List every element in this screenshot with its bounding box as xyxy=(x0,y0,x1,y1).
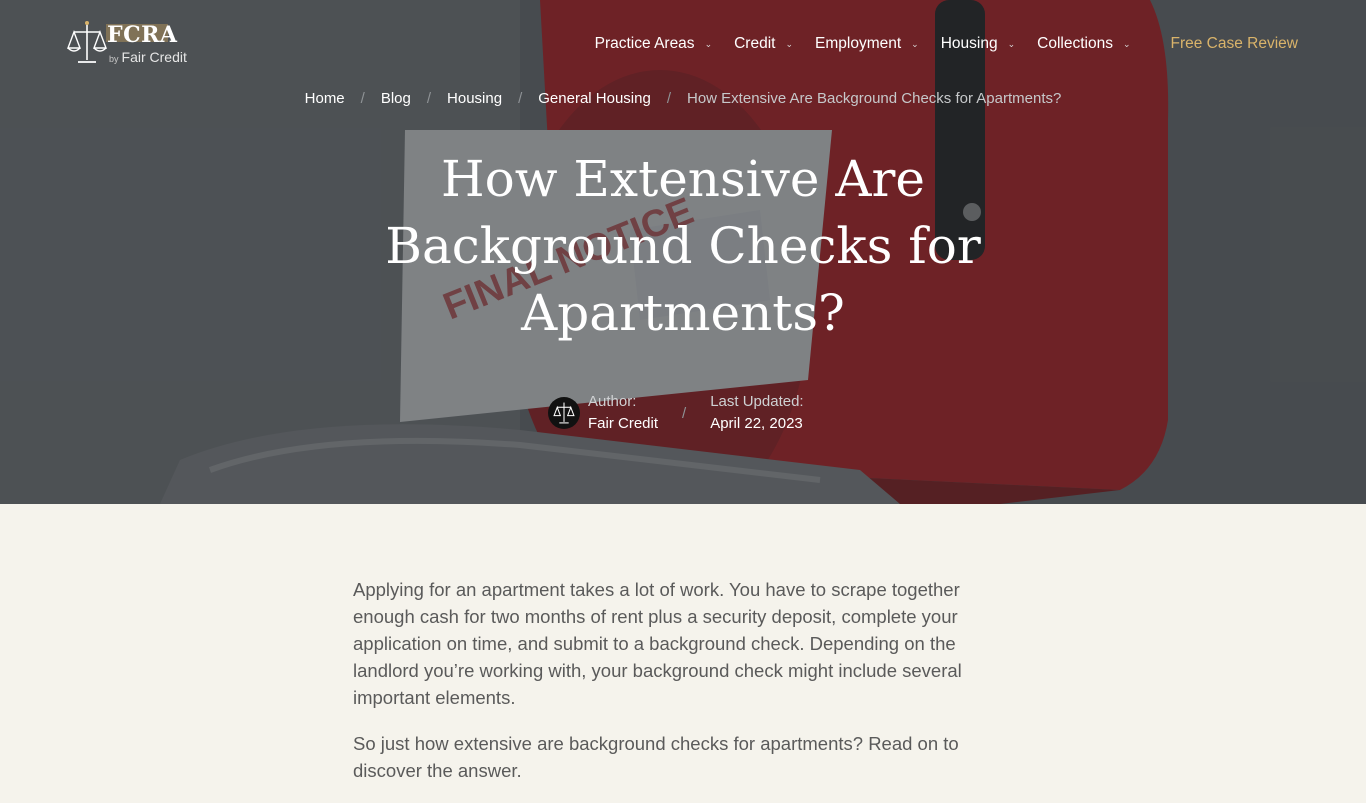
logo-sub-text: Fair Credit xyxy=(121,49,187,65)
breadcrumb-separator: / xyxy=(426,90,432,107)
page-title: How Extensive Are Background Checks for … xyxy=(333,146,1033,347)
main-nav: Practice Areas ⌄ Credit ⌄ Employment ⌄ H… xyxy=(573,33,1298,55)
chevron-down-icon: ⌄ xyxy=(1007,38,1016,49)
page-title-line: Background Checks for xyxy=(385,217,981,275)
site-logo[interactable]: FCRA by Fair Credit xyxy=(66,18,206,68)
free-case-review-link[interactable]: Free Case Review xyxy=(1171,35,1299,53)
breadcrumb-blog[interactable]: Blog xyxy=(381,90,411,107)
breadcrumb-current: How Extensive Are Background Checks for … xyxy=(687,90,1062,107)
breadcrumb-separator: / xyxy=(518,90,523,107)
author-label: Author: xyxy=(588,393,637,410)
logo-subtitle: by Fair Credit xyxy=(109,49,187,65)
nav-label: Practice Areas xyxy=(594,35,695,52)
updated-label: Last Updated: xyxy=(710,393,804,410)
page-title-line: Apartments? xyxy=(521,284,845,342)
nav-label: Credit xyxy=(734,35,776,52)
nav-label: Housing xyxy=(940,35,998,52)
nav-item-housing[interactable]: Housing ⌄ xyxy=(941,35,1015,53)
breadcrumb-general-housing[interactable]: General Housing xyxy=(538,90,651,107)
nav-label: Employment xyxy=(815,35,902,52)
hero-section: FINAL NOTICE FCRA byFair Credit Practice… xyxy=(0,0,1366,504)
updated-block: Last Updated: April 22, 2023 xyxy=(710,391,803,435)
nav-item-practice-areas[interactable]: Practice Areas ⌄ xyxy=(595,35,712,53)
article-paragraph: Applying for an apartment takes a lot of… xyxy=(353,579,962,708)
article-body: Applying for an apartment takes a lot of… xyxy=(353,576,993,803)
nav-item-credit[interactable]: Credit ⌄ xyxy=(734,35,793,53)
author-name[interactable]: Fair Credit xyxy=(588,413,658,435)
breadcrumb: Home / Blog / Housing / General Housing … xyxy=(0,90,1366,107)
breadcrumb-home[interactable]: Home xyxy=(305,90,345,107)
article-meta: Author: Fair Credit / Last Updated: Apri… xyxy=(548,388,804,438)
breadcrumb-separator: / xyxy=(360,90,365,107)
chevron-down-icon: ⌄ xyxy=(704,38,713,49)
chevron-down-icon: ⌄ xyxy=(1122,38,1131,49)
nav-item-employment[interactable]: Employment ⌄ xyxy=(815,35,919,53)
chevron-down-icon: ⌄ xyxy=(785,38,794,49)
meta-separator: / xyxy=(682,404,687,422)
chevron-down-icon: ⌄ xyxy=(911,38,919,49)
author-avatar-icon xyxy=(548,397,580,429)
updated-date: April 22, 2023 xyxy=(710,415,803,432)
logo-by: by xyxy=(109,54,119,64)
author-block: Author: Fair Credit xyxy=(588,391,658,435)
breadcrumb-separator: / xyxy=(666,90,671,107)
logo-title: FCRA xyxy=(107,22,178,48)
nav-item-collections[interactable]: Collections ⌄ xyxy=(1037,35,1130,53)
scales-logo-icon xyxy=(66,21,108,63)
article-paragraph: So just how extensive are background che… xyxy=(353,733,959,781)
breadcrumb-housing[interactable]: Housing xyxy=(447,90,502,107)
nav-label: Collections xyxy=(1037,35,1113,52)
page-title-line: How Extensive Are xyxy=(441,150,925,208)
